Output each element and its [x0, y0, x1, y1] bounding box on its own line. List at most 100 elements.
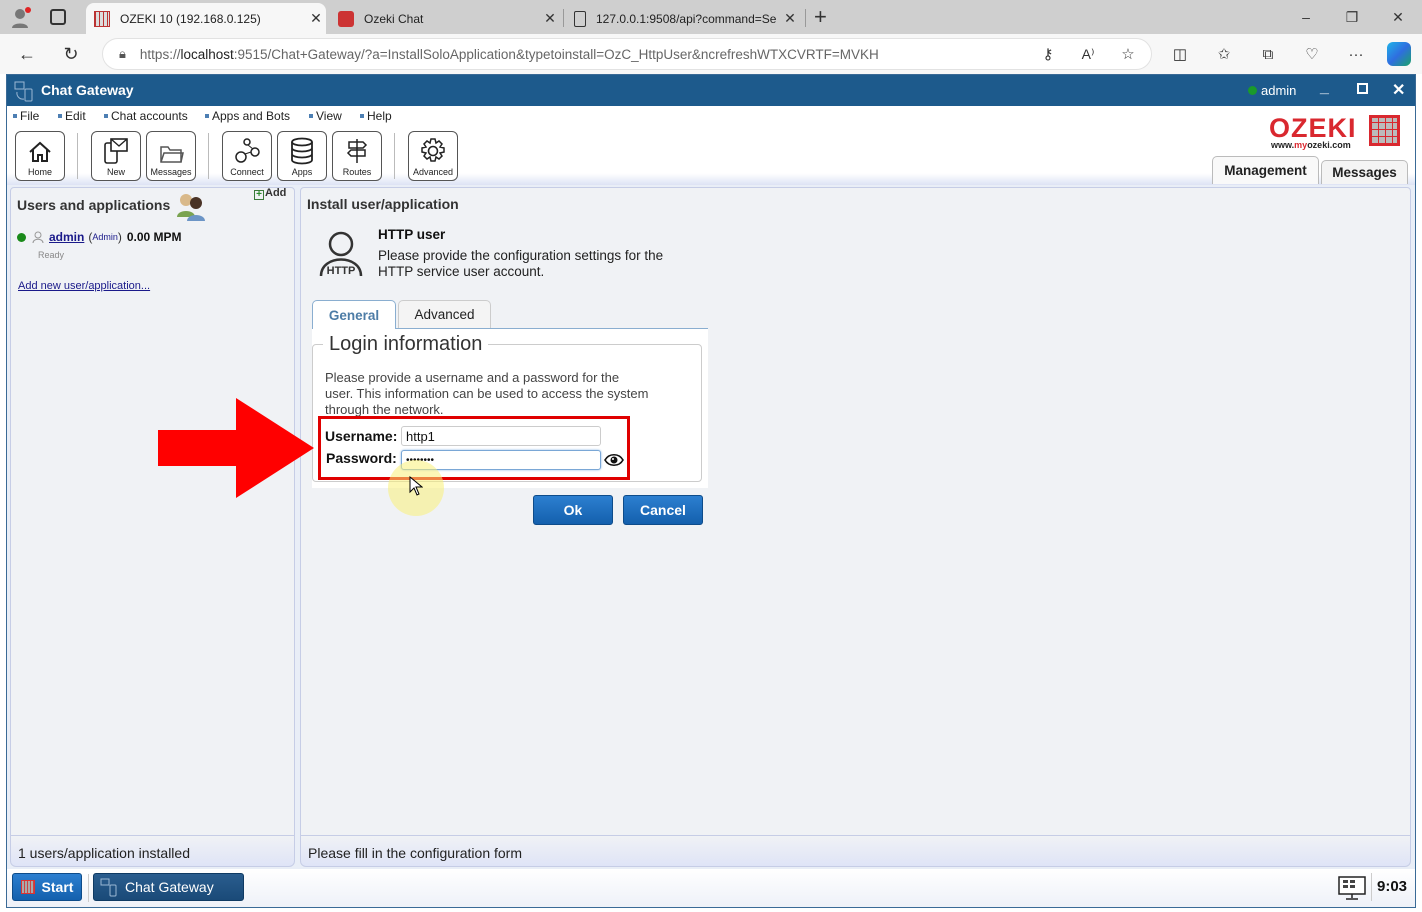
address-bar[interactable]: 🔒︎ https://localhost:9515/Chat+Gateway/?…	[102, 38, 1152, 70]
toolbar-connect-button[interactable]: Connect	[222, 131, 272, 181]
lock-icon: 🔒︎	[119, 46, 126, 61]
users-panel-title: Users and applications	[17, 197, 171, 213]
copilot-icon[interactable]	[1387, 42, 1411, 66]
close-window-button[interactable]: ✕	[1375, 0, 1421, 34]
browser-essentials-icon[interactable]: ♡	[1300, 42, 1324, 66]
app-description-1: Please provide the configuration setting…	[378, 248, 664, 263]
document-icon	[574, 10, 586, 27]
close-tab-icon[interactable]: ✕	[780, 10, 800, 27]
ozeki-start-icon	[20, 880, 35, 894]
profile-icon[interactable]	[10, 7, 32, 29]
toolbar-separator	[208, 133, 209, 179]
user-status: Ready	[38, 250, 65, 260]
users-group-icon	[177, 194, 205, 221]
users-status-text: 1 users/application installed	[18, 845, 190, 861]
collections-icon[interactable]: ⧉	[1256, 42, 1280, 66]
mouse-cursor-icon	[409, 476, 423, 496]
tab-general[interactable]: General	[312, 300, 396, 329]
http-user-icon: HTTP	[319, 231, 363, 277]
cancel-button[interactable]: Cancel	[623, 495, 703, 525]
app-minimize-button[interactable]: _	[1320, 79, 1329, 97]
folder-icon	[160, 146, 184, 163]
favorites-icon[interactable]: ✩	[1212, 42, 1236, 66]
red-arrow-annotation	[158, 398, 314, 498]
online-status-dot	[17, 232, 26, 242]
toolbar-new-button[interactable]: New	[91, 131, 141, 181]
menu-edit[interactable]: Edit	[58, 109, 86, 123]
url-text: https://localhost:9515/Chat+Gateway/?a=I…	[139, 46, 879, 62]
start-button[interactable]: Start	[12, 873, 82, 901]
app-description-2: HTTP service user account.	[378, 264, 545, 279]
ozeki-logo: OZEKI www.myozeki.com	[1269, 113, 1357, 150]
taskbar-separator	[1371, 873, 1372, 901]
refresh-button[interactable]: ↻	[57, 40, 85, 68]
close-tab-icon[interactable]: ✕	[306, 10, 326, 27]
chat-gateway-icon	[14, 81, 33, 102]
app-name: HTTP user	[378, 227, 446, 242]
menu-apps-and-bots[interactable]: Apps and Bots	[205, 109, 290, 123]
app-title: Chat Gateway	[41, 82, 134, 98]
add-new-user-link[interactable]: Add new user/application...	[18, 280, 150, 292]
ozeki-grid-icon	[94, 10, 110, 27]
highlight-box	[318, 416, 630, 480]
install-panel-title: Install user/application	[307, 196, 459, 212]
tab-management[interactable]: Management	[1212, 156, 1319, 184]
toolbar-home-button[interactable]: Home	[15, 131, 65, 181]
read-aloud-icon[interactable]: A⁾	[1076, 42, 1100, 66]
toolbar-messages-button[interactable]: Messages	[146, 131, 196, 181]
install-status-bar: Please fill in the configuration form	[300, 835, 1411, 867]
fieldset-title: Login information	[323, 333, 489, 356]
user-rate: 0.00 MPM	[126, 230, 182, 244]
tab-divider	[805, 9, 806, 27]
split-screen-icon[interactable]: ◫	[1168, 42, 1192, 66]
user-row: admin (Admin) 0.00 MPM	[17, 230, 182, 244]
user-link-admin[interactable]: admin	[49, 230, 84, 244]
current-user[interactable]: admin	[1261, 83, 1296, 98]
tab-advanced[interactable]: Advanced	[398, 300, 491, 328]
fieldset-desc-2: user. This information can be used to ac…	[325, 386, 649, 401]
back-button[interactable]: ←	[13, 40, 41, 68]
browser-tab-api[interactable]: 127.0.0.1:9508/api?command=Se ✕	[566, 3, 800, 34]
app-toolbar: Home New Messages Connect Apps Routes Ad…	[7, 113, 1415, 185]
app-titlebar: Chat Gateway admin _ ✕	[7, 75, 1415, 106]
user-icon	[32, 231, 44, 243]
install-status-text: Please fill in the configuration form	[308, 845, 522, 861]
add-user-button[interactable]: + Add	[254, 187, 286, 200]
menu-view[interactable]: View	[309, 109, 342, 123]
app-menubar: File Edit Chat accounts Apps and Bots Vi…	[7, 106, 1415, 127]
browser-tab-ozeki10[interactable]: OZEKI 10 (192.168.0.125) ✕	[86, 3, 326, 34]
ozeki-chat-icon	[338, 10, 354, 27]
toolbar-routes-button[interactable]: Routes	[332, 131, 382, 181]
online-status-dot	[1248, 86, 1257, 95]
browser-tab-ozeki-chat[interactable]: Ozeki Chat ✕	[330, 3, 560, 34]
svg-text:HTTP: HTTP	[327, 265, 356, 277]
database-icon	[291, 137, 313, 165]
menu-file[interactable]: File	[13, 109, 39, 123]
connect-icon	[235, 138, 260, 163]
favorite-star-icon[interactable]: ☆	[1116, 42, 1140, 66]
more-menu-icon[interactable]: ···	[1344, 42, 1368, 66]
minimize-button[interactable]: –	[1283, 0, 1329, 34]
user-role: Admin	[92, 232, 118, 242]
fieldset-desc-1: Please provide a username and a password…	[325, 370, 620, 385]
close-tab-icon[interactable]: ✕	[540, 10, 560, 27]
key-icon[interactable]: ⚷	[1036, 42, 1060, 66]
restore-button[interactable]: ❐	[1329, 0, 1375, 34]
taskbar-separator	[88, 874, 89, 902]
toolbar-apps-button[interactable]: Apps	[277, 131, 327, 181]
ok-button[interactable]: Ok	[533, 495, 613, 525]
app-close-button[interactable]: ✕	[1392, 80, 1405, 100]
app-maximize-button[interactable]	[1357, 83, 1368, 94]
install-panel: Install user/application HTTP HTTP user …	[300, 187, 1411, 862]
tab-messages[interactable]: Messages	[1321, 160, 1408, 184]
new-tab-button[interactable]: +	[814, 4, 827, 30]
menu-chat-accounts[interactable]: Chat accounts	[104, 109, 188, 123]
users-panel: Users and applications + Add admin (Admi…	[10, 187, 295, 862]
tab-actions-icon[interactable]	[50, 9, 66, 25]
taskbar-chat-gateway[interactable]: Chat Gateway	[93, 873, 244, 901]
app-taskbar: Start Chat Gateway 9:03	[7, 869, 1415, 907]
toolbar-separator	[77, 133, 78, 179]
menu-help[interactable]: Help	[360, 109, 392, 123]
toolbar-advanced-button[interactable]: Advanced	[408, 131, 458, 181]
desktop-monitor-icon[interactable]	[1338, 876, 1366, 900]
